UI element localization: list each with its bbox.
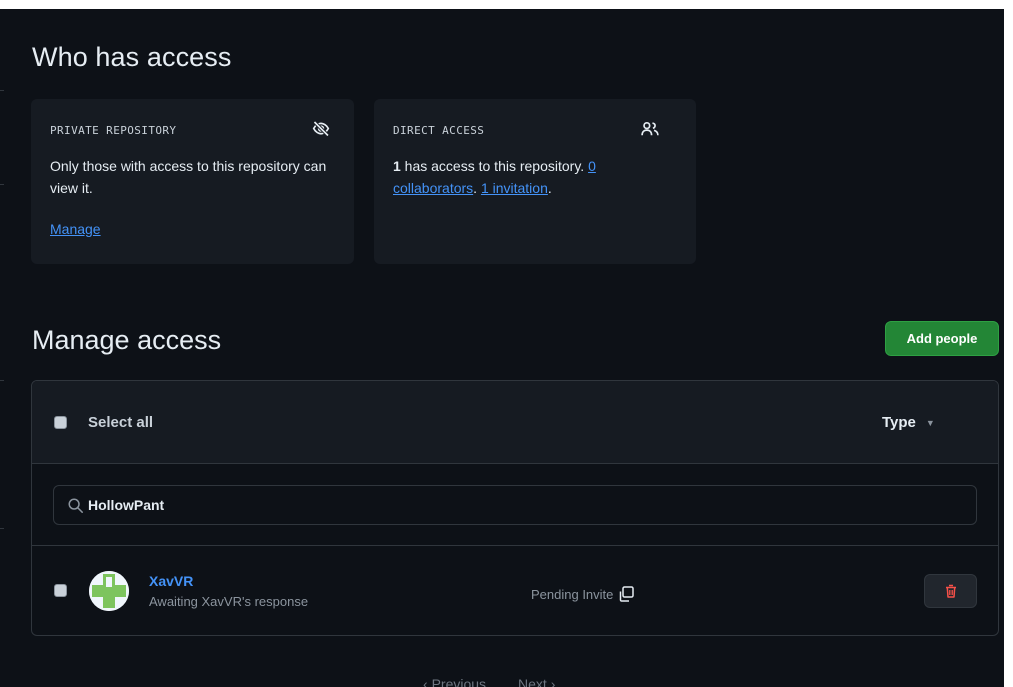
next-page-link[interactable]: Next › (518, 676, 555, 687)
pending-invite-label: Pending Invite (531, 586, 614, 602)
separator-text: . (473, 180, 481, 196)
right-edge (1004, 0, 1013, 687)
who-has-access-heading: Who has access (32, 42, 232, 72)
invitation-link[interactable]: 1 invitation (481, 180, 548, 196)
previous-page-link[interactable]: ‹ Previous (423, 676, 486, 687)
pagination: ‹ Previous Next › (423, 676, 555, 687)
member-status: Awaiting XavVR's response (149, 594, 309, 609)
identicon-image (89, 571, 129, 611)
people-icon (641, 121, 659, 136)
left-edge-marks (0, 0, 4, 687)
member-row: XavVR Awaiting XavVR's response Pending … (32, 546, 998, 635)
avatar[interactable] (89, 571, 129, 611)
select-all-label[interactable]: Select all (88, 414, 153, 431)
end-text: . (547, 180, 552, 196)
member-name-link[interactable]: XavVR (149, 573, 193, 589)
access-list: Select all Type ▼ HollowPant XavVR Await… (31, 380, 999, 636)
search-input[interactable]: HollowPant (53, 485, 977, 525)
manage-access-heading: Manage access (32, 325, 222, 355)
copy-icon[interactable] (616, 584, 636, 604)
search-value: HollowPant (88, 497, 165, 513)
add-people-button[interactable]: Add people (885, 321, 999, 356)
direct-access-description: 1 has access to this repository. 0 colla… (393, 155, 673, 199)
search-section: HollowPant (32, 464, 998, 546)
search-icon (68, 498, 83, 513)
pending-invite: Pending Invite (531, 584, 636, 604)
next-label: Next (518, 676, 547, 687)
type-filter-label: Type (882, 414, 916, 431)
previous-label: Previous (431, 676, 487, 687)
page: Who has access PRIVATE REPOSITORY Only t… (0, 0, 1013, 687)
access-count: 1 (393, 158, 401, 174)
private-repository-label: PRIVATE REPOSITORY (50, 124, 177, 137)
trash-icon (945, 584, 956, 598)
private-repository-description: Only those with access to this repositor… (50, 158, 327, 196)
direct-access-card: DIRECT ACCESS 1 has access to this repos… (374, 99, 696, 264)
access-list-header: Select all Type ▼ (32, 381, 998, 464)
access-text: has access to this repository. (400, 158, 589, 174)
private-repository-card: PRIVATE REPOSITORY Only those with acces… (31, 99, 354, 264)
eye-closed-icon (312, 120, 330, 137)
member-checkbox[interactable] (54, 584, 67, 597)
type-filter-dropdown[interactable]: Type ▼ (882, 414, 935, 431)
manage-visibility-link[interactable]: Manage (50, 221, 101, 237)
top-edge (0, 0, 1013, 9)
chevron-down-icon: ▼ (925, 417, 935, 428)
direct-access-label: DIRECT ACCESS (393, 124, 485, 137)
remove-member-button[interactable] (924, 574, 977, 608)
select-all-checkbox[interactable] (54, 416, 67, 429)
